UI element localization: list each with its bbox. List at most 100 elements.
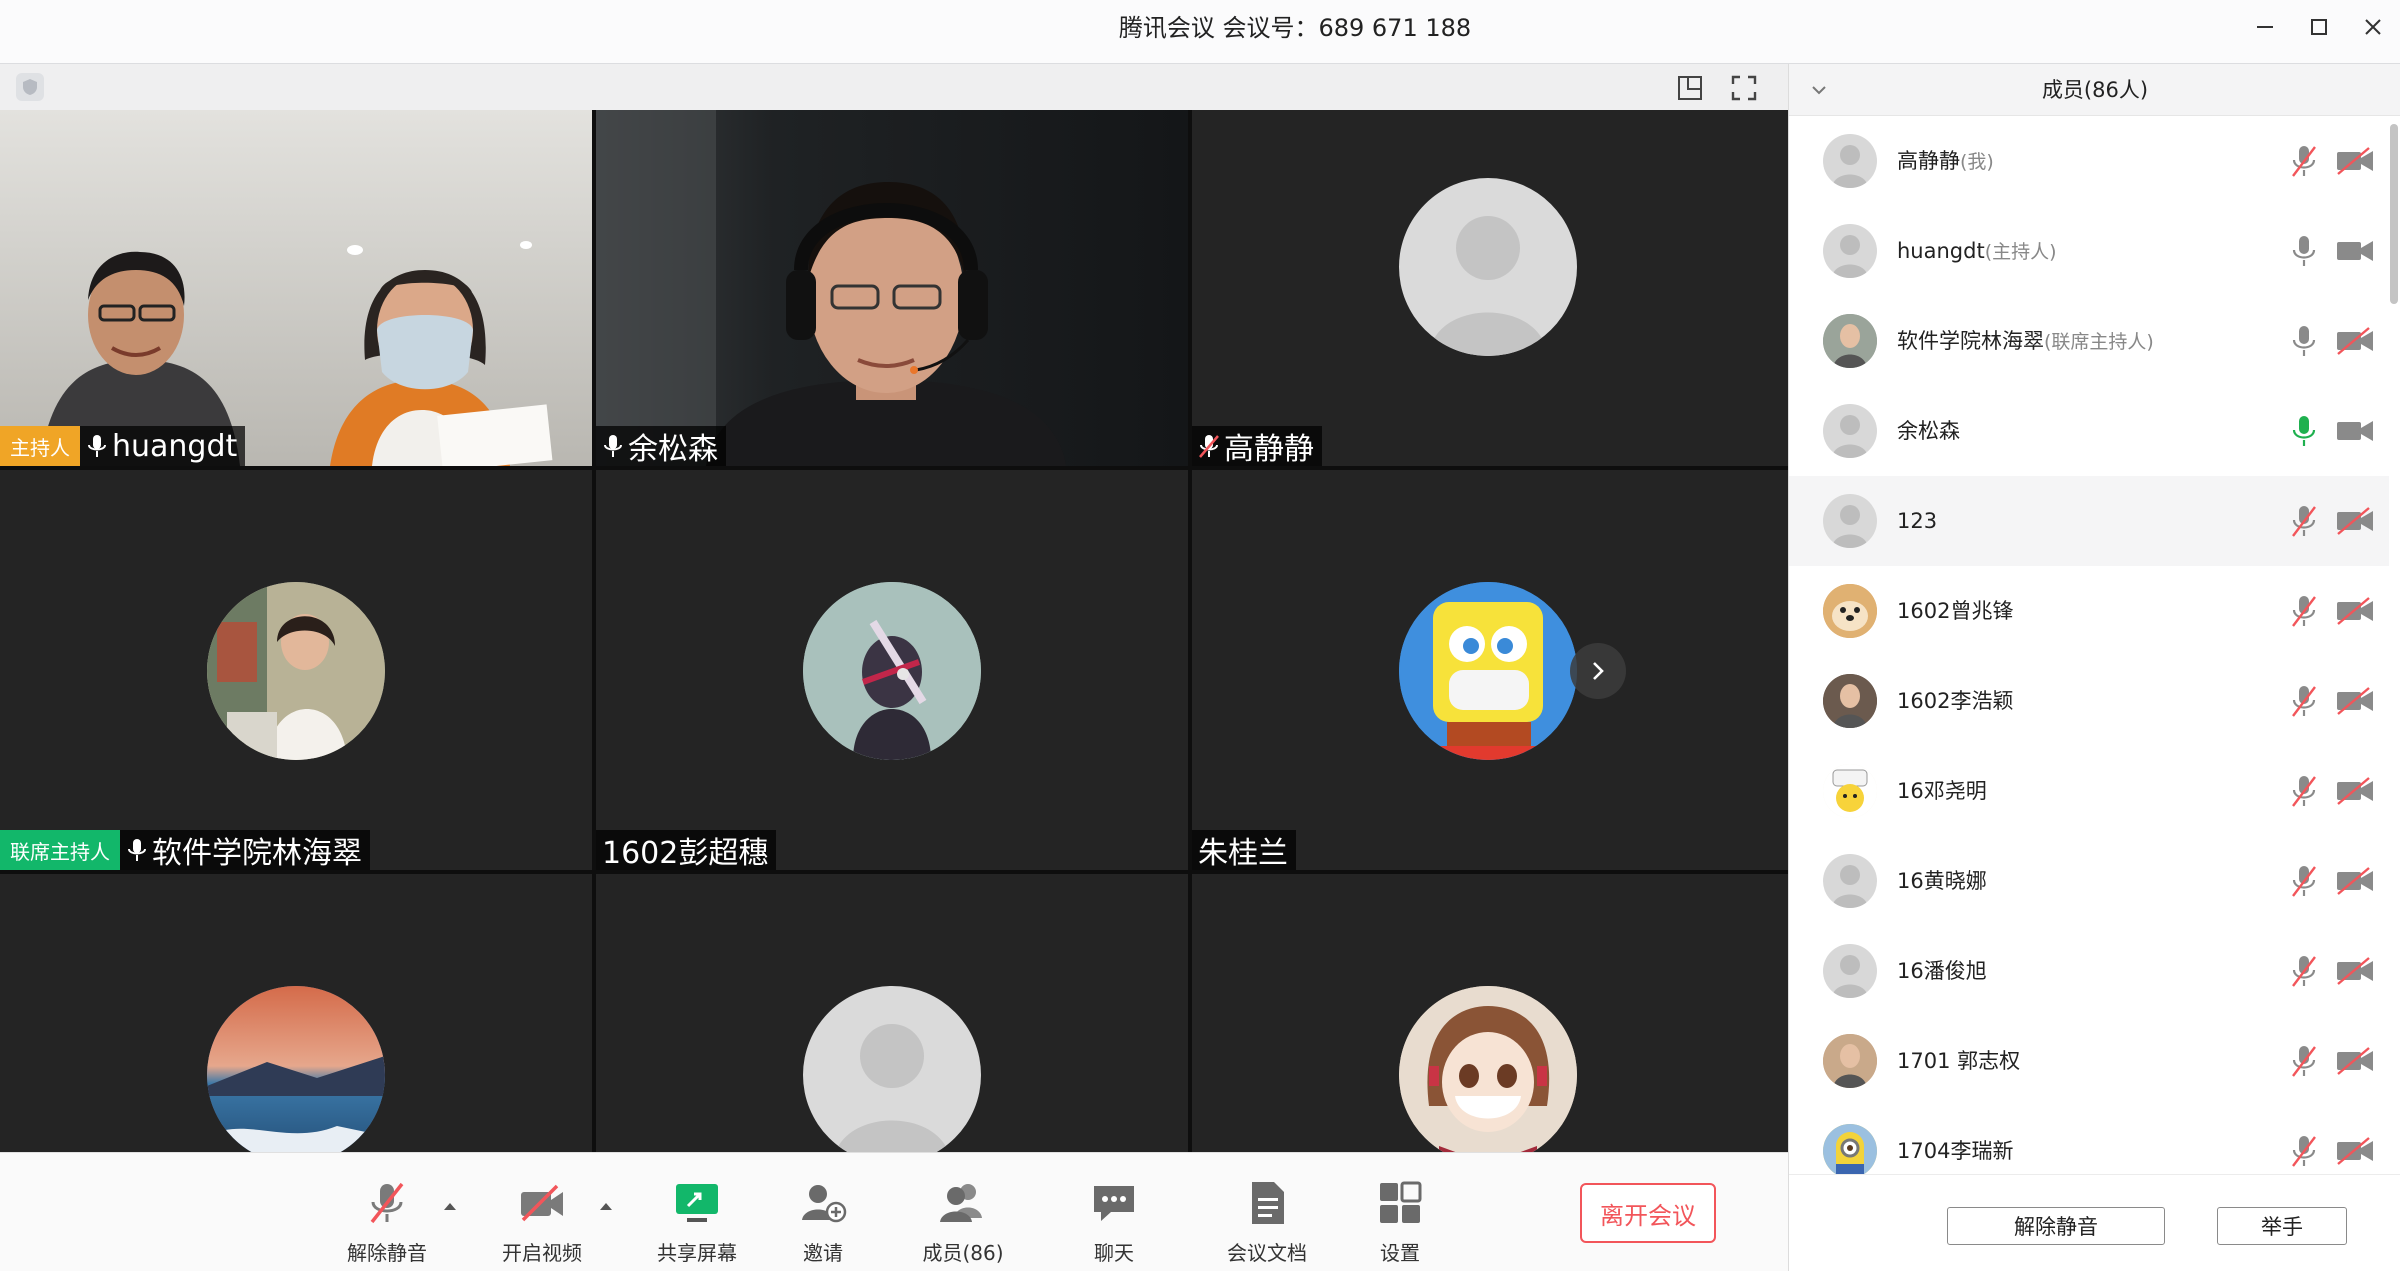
user-photo [207,986,385,1152]
member-avatar [1823,404,1877,458]
leave-meeting-button[interactable]: 离开会议 [1580,1183,1716,1243]
participant-name: 朱桂兰 [1192,830,1296,870]
participant-name: 高静静 [1192,426,1322,466]
member-avatar [1823,854,1877,908]
member-row[interactable]: 16邓尧明 [1789,746,2389,836]
chat-button[interactable]: 聊天 [1059,1175,1169,1266]
video-tile-zhuguilan[interactable]: 朱桂兰 [1192,470,1788,870]
unmute-self-button[interactable]: 解除静音 [1947,1207,2165,1245]
member-mic-icon[interactable] [2289,234,2319,268]
nameplate: 朱桂兰 [1192,830,1296,870]
member-row[interactable]: huangdt(主持人) [1789,206,2389,296]
member-camera-off-icon[interactable] [2335,776,2375,806]
fullscreen-icon [1731,75,1757,101]
video-options-caret[interactable] [597,1199,615,1213]
maximize-button[interactable] [2292,0,2346,54]
video-tile-huangdt[interactable]: 主持人 huangdt [0,110,592,466]
camera-feed [596,110,1188,466]
member-row[interactable]: 16潘俊旭 [1789,926,2389,1016]
raise-hand-button[interactable]: 举手 [2217,1207,2347,1245]
member-mic-icon[interactable] [2289,324,2319,358]
unmute-button[interactable]: 解除静音 [332,1175,442,1266]
video-grid: 主持人 huangdt 余松森 高静静 联席主持人 软件学院林海翠 1602彭超… [0,110,1788,1152]
member-camera-icon[interactable] [2335,236,2375,266]
video-tile-gaojingjing[interactable]: 高静静 [1192,110,1788,466]
member-camera-off-icon[interactable] [2335,1136,2375,1166]
member-camera-off-icon[interactable] [2335,146,2375,176]
member-mic-muted-icon[interactable] [2289,954,2319,988]
video-top-toolbar [0,64,1788,110]
members-button[interactable]: 成员(86) [908,1175,1018,1266]
nameplate: 主持人 huangdt [0,426,246,466]
members-list: 高静静(我) huangdt(主持人) 软件学院林海翠(联席主持人) 余松森 123 16… [1789,116,2389,1236]
member-camera-icon[interactable] [2335,416,2375,446]
member-mic-muted-icon[interactable] [2289,594,2319,628]
member-row[interactable]: 软件学院林海翠(联席主持人) [1789,296,2389,386]
mic-icon [88,435,106,457]
fullscreen-button[interactable] [1728,72,1760,104]
member-row[interactable]: 16黄晓娜 [1789,836,2389,926]
video-tile-8[interactable] [596,874,1188,1152]
host-badge: 主持人 [0,426,80,466]
start-video-button[interactable]: 开启视频 [487,1175,597,1266]
member-camera-off-icon[interactable] [2335,866,2375,896]
mic-muted-icon [370,1182,404,1224]
member-name: 1602李浩颖 [1897,689,2014,713]
video-area: 主持人 huangdt 余松森 高静静 联席主持人 软件学院林海翠 1602彭超… [0,64,1788,1152]
members-scrollbar[interactable] [2390,124,2398,304]
video-tile-yusongsen[interactable]: 余松森 [596,110,1188,466]
member-mic-muted-icon[interactable] [2289,864,2319,898]
security-badge[interactable] [16,73,44,101]
member-avatar [1823,1124,1877,1178]
member-mic-muted-icon[interactable] [2289,684,2319,718]
member-camera-off-icon[interactable] [2335,506,2375,536]
member-name: 高静静(我) [1897,149,1994,173]
member-mic-muted-icon[interactable] [2289,774,2319,808]
member-mic-muted-icon[interactable] [2289,144,2319,178]
member-avatar [1823,674,1877,728]
video-tile-7[interactable] [0,874,592,1152]
member-row[interactable]: 1602李浩颖 [1789,656,2389,746]
share-screen-button[interactable]: 共享屏幕 [642,1175,752,1266]
member-mic-muted-icon[interactable] [2289,1134,2319,1168]
settings-button[interactable]: 设置 [1345,1175,1455,1266]
member-camera-off-icon[interactable] [2335,326,2375,356]
member-role: (联席主持人) [2044,331,2154,353]
nameplate: 余松森 [596,426,726,466]
member-row[interactable]: 高静静(我) [1789,116,2389,206]
member-mic-muted-icon[interactable] [2289,1044,2319,1078]
close-button[interactable] [2346,0,2400,54]
video-tile-9[interactable] [1192,874,1788,1152]
member-camera-off-icon[interactable] [2335,1046,2375,1076]
settings-grid-icon [1380,1181,1422,1223]
video-tile-pengchaosui[interactable]: 1602彭超穗 [596,470,1188,870]
invite-button[interactable]: 邀请 [768,1175,878,1266]
video-tile-linhaicui[interactable]: 联席主持人 软件学院林海翠 [0,470,592,870]
audio-options-caret[interactable] [441,1199,459,1213]
mic-muted-icon [1199,435,1219,458]
avatar [1399,582,1577,760]
member-mic-icon[interactable] [2289,414,2319,448]
next-page-button[interactable] [1570,643,1626,699]
layout-button[interactable] [1674,72,1706,104]
members-panel-header: 成员(86人) [1789,64,2400,116]
member-camera-off-icon[interactable] [2335,686,2375,716]
member-name: huangdt(主持人) [1897,239,2057,263]
member-row[interactable]: 1602曾兆锋 [1789,566,2389,656]
member-mic-muted-icon[interactable] [2289,504,2319,538]
camera-feed [0,110,592,466]
member-row[interactable]: 123 [1789,476,2389,566]
member-role: (我) [1960,151,1994,173]
minimize-button[interactable] [2238,0,2292,54]
member-avatar [1823,224,1877,278]
user-photo [1399,582,1577,760]
members-panel-title: 成员(86人) [2041,78,2149,102]
member-avatar [1823,314,1877,368]
member-camera-off-icon[interactable] [2335,596,2375,626]
user-photo [803,582,981,760]
nameplate: 联席主持人 软件学院林海翠 [0,830,370,870]
member-row[interactable]: 余松森 [1789,386,2389,476]
member-row[interactable]: 1701 郭志权 [1789,1016,2389,1106]
meeting-docs-button[interactable]: 会议文档 [1212,1175,1322,1266]
member-camera-off-icon[interactable] [2335,956,2375,986]
